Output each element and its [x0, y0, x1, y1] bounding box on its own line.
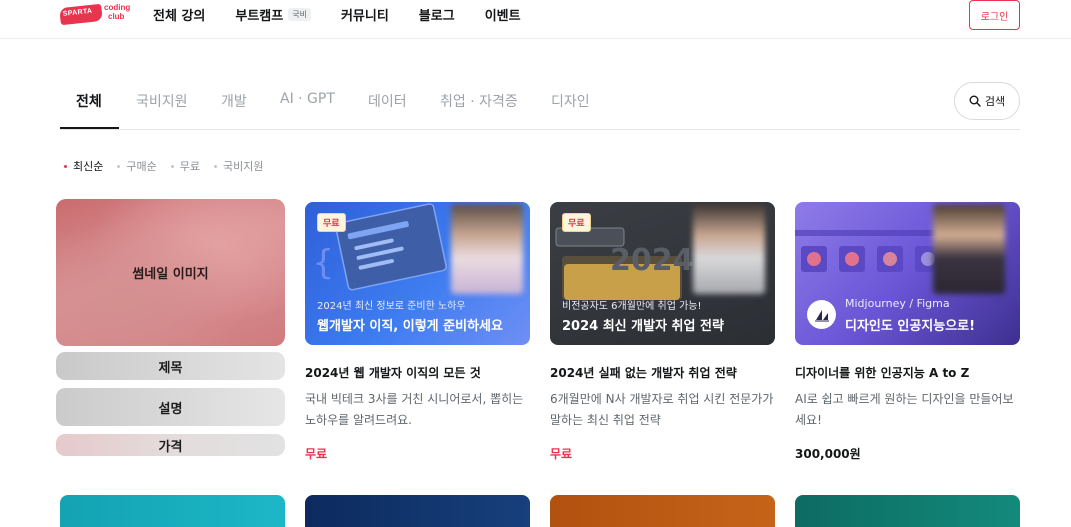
nav-all-courses[interactable]: 전체 강의 — [153, 5, 205, 24]
sort-label: 무료 — [179, 160, 200, 173]
sort-label: 최신순 — [73, 160, 104, 173]
nav-label: 전체 강의 — [153, 9, 206, 24]
nav-event[interactable]: 이벤트 — [485, 5, 521, 24]
midjourney-logo-icon — [807, 300, 836, 329]
logo-line2: club — [108, 12, 125, 21]
skeleton-description: 설명 — [56, 388, 285, 426]
skeleton-title-label: 제목 — [158, 360, 183, 376]
sparta-logo[interactable]: SPARTA coding club — [59, 3, 136, 29]
sort-label: 국비지원 — [223, 160, 264, 173]
skeleton-thumbnail-label: 썸네일 이미지 — [132, 267, 209, 282]
instructor-photo — [451, 204, 523, 294]
free-badge: 무료 — [562, 213, 591, 232]
search-icon — [969, 95, 981, 107]
skeleton-price: 가격 — [56, 434, 285, 456]
sort-free[interactable]: 무료 — [170, 158, 200, 174]
free-badge: 무료 — [317, 213, 346, 232]
course-card-thumbnail-next[interactable] — [795, 495, 1020, 527]
course-card[interactable]: Midjourney / Figma 디자인도 인공지능으로! 디자이너를 위한… — [795, 202, 1020, 462]
course-card-thumbnail-next[interactable] — [60, 495, 285, 527]
tab-design[interactable]: 디자인 — [551, 91, 590, 111]
tab-data[interactable]: 데이터 — [368, 91, 407, 111]
course-thumbnail: Midjourney / Figma 디자인도 인공지능으로! — [795, 202, 1020, 345]
nav-label: 이벤트 — [484, 9, 521, 24]
course-title: 2024년 웹 개발자 이직의 모든 것 — [305, 366, 481, 380]
main-nav: 전체 강의 부트캠프 국비 커뮤니티 블로그 이벤트 — [153, 5, 521, 24]
skeleton-price-label: 가격 — [158, 439, 183, 455]
tab-employment-certificate[interactable]: 취업 · 자격증 — [440, 91, 518, 111]
course-description: AI로 쉽고 빠르게 원하는 디자인을 만들어보세요! — [795, 392, 1014, 427]
sort-dot — [170, 164, 174, 168]
thumbnail-headline: 2024 최신 개발자 취업 전략 — [562, 319, 724, 334]
tab-government-support[interactable]: 국비지원 — [136, 91, 188, 111]
course-description: 6개월만에 N사 개발자로 취업 시킨 전문가가 말하는 최신 취업 전략 — [550, 392, 774, 427]
active-tab-underline — [60, 127, 119, 129]
sort-government-support[interactable]: 국비지원 — [214, 158, 263, 174]
sort-dot — [214, 164, 217, 168]
course-price: 300,000원 — [795, 447, 861, 461]
thumbnail-subtitle: Midjourney / Figma — [845, 297, 950, 310]
nav-blog[interactable]: 블로그 — [419, 5, 455, 24]
nav-bootcamp[interactable]: 부트캠프 국비 — [235, 5, 311, 24]
thumbnail-headline: 디자인도 인공지능으로! — [845, 319, 976, 334]
thumbnail-headline: 웹개발자 이직, 이렇게 준비하세요 — [317, 319, 503, 334]
course-description: 국내 빅테크 3사를 거친 시니어로서, 뽑히는 노하우를 알려드려요. — [305, 392, 524, 427]
course-card-thumbnail-next[interactable] — [550, 495, 775, 527]
sort-label: 구매순 — [126, 160, 157, 173]
nav-community[interactable]: 커뮤니티 — [341, 5, 389, 24]
skeleton-description-label: 설명 — [158, 401, 183, 417]
sort-options: 최신순 구매순 무료 국비지원 — [64, 158, 263, 174]
tab-all[interactable]: 전체 — [76, 91, 102, 111]
course-price: 무료 — [550, 447, 573, 461]
sort-purchases[interactable]: 구매순 — [117, 158, 157, 174]
tab-development[interactable]: 개발 — [221, 91, 247, 111]
course-card[interactable]: 2024 무료 비전공자도 6개월만에 취업 가능! 2024 최신 개발자 취… — [550, 202, 775, 462]
course-price: 무료 — [305, 447, 328, 461]
course-thumbnail: { 무료 2024년 최신 정보로 준비한 노하우 웹개발자 이직, 이렇게 준… — [305, 202, 530, 345]
skeleton-title: 제목 — [56, 352, 285, 380]
instructor-photo — [933, 204, 1005, 294]
svg-text:{: { — [313, 243, 333, 283]
logo-badge-text: SPARTA — [62, 7, 93, 18]
thumbnail-subtitle: 2024년 최신 정보로 준비한 노하우 — [317, 301, 466, 312]
course-card[interactable]: { 무료 2024년 최신 정보로 준비한 노하우 웹개발자 이직, 이렇게 준… — [305, 202, 530, 462]
top-header: SPARTA coding club 전체 강의 부트캠프 국비 커뮤니티 블로… — [0, 0, 1071, 39]
login-button[interactable]: 로그인 — [969, 0, 1020, 30]
search-button[interactable]: 검색 — [954, 82, 1020, 120]
course-card-thumbnail-next[interactable] — [305, 495, 530, 527]
sort-dot — [117, 164, 121, 168]
nav-label: 커뮤니티 — [340, 9, 389, 24]
course-title: 디자이너를 위한 인공지능 A to Z — [795, 366, 970, 380]
tab-ai-gpt[interactable]: AI · GPT — [280, 91, 335, 107]
sort-dot — [64, 164, 67, 168]
thumbnail-subtitle: 비전공자도 6개월만에 취업 가능! — [562, 301, 702, 312]
nav-label: 블로그 — [418, 9, 455, 24]
svg-text:2024: 2024 — [610, 243, 694, 278]
nav-label: 부트캠프 — [235, 9, 284, 24]
logo-badge: SPARTA — [59, 3, 103, 26]
course-title: 2024년 실패 없는 개발자 취업 전략 — [550, 366, 737, 380]
instructor-photo — [693, 204, 765, 294]
skeleton-thumbnail: 썸네일 이미지 — [56, 199, 285, 346]
sort-latest[interactable]: 최신순 — [64, 158, 103, 174]
course-thumbnail: 2024 무료 비전공자도 6개월만에 취업 가능! 2024 최신 개발자 취… — [550, 202, 775, 345]
search-label: 검색 — [984, 96, 1006, 108]
nav-tag-badge: 국비 — [288, 8, 311, 21]
logo-text: coding club — [104, 3, 130, 21]
logo-line1: coding — [104, 3, 131, 12]
category-tabs: 전체 국비지원 개발 AI · GPT 데이터 취업 · 자격증 디자인 — [60, 82, 1020, 130]
